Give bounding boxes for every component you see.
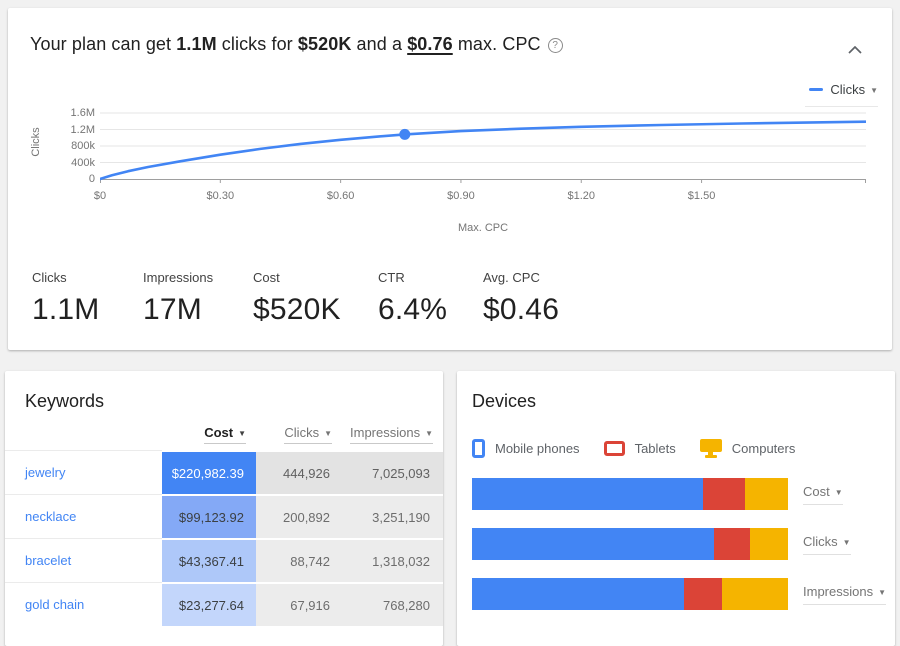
- legend-mobile-phones: Mobile phones: [472, 439, 580, 458]
- cost-cell: $99,123.92: [162, 494, 256, 538]
- impressions-cell: 1,318,032: [342, 538, 443, 582]
- y-tick-label: 800k: [71, 140, 95, 152]
- x-tick-label: $0.60: [327, 190, 355, 202]
- column-header-cost: Cost: [162, 425, 256, 444]
- devices-card-title: Devices: [472, 391, 895, 412]
- bar-segment-mobile-phones: [472, 478, 703, 510]
- forecast-card: Your plan can get 1.1M clicks for $520K …: [8, 8, 892, 350]
- x-tick-label: $0: [94, 190, 106, 202]
- title-text: Your plan can get: [30, 34, 176, 54]
- y-axis-title: Clicks: [30, 122, 42, 162]
- x-tick-label: $1.50: [688, 190, 716, 202]
- keywords-card: Keywords Cost Clicks Impressions jewelry…: [5, 371, 443, 646]
- column-header-clicks: Clicks: [256, 425, 342, 444]
- devices-legend: Mobile phones Tablets Computers: [472, 439, 895, 458]
- clicks-cell: 444,926: [256, 450, 342, 494]
- sort-clicks-button[interactable]: Clicks: [284, 425, 332, 444]
- y-tick-label: 1.2M: [71, 124, 95, 136]
- impressions-cell: 7,025,093: [342, 450, 443, 494]
- stacked-bar-cost: [472, 478, 788, 510]
- sort-impressions-button[interactable]: Impressions: [350, 425, 433, 444]
- devices-bars: Cost Clicks Impressions: [472, 478, 895, 610]
- clicks-cell: 67,916: [256, 582, 342, 626]
- stat-ctr: CTR 6.4%: [378, 270, 483, 327]
- x-axis-title: Max. CPC: [100, 222, 866, 234]
- device-bar-row: Impressions: [472, 578, 895, 610]
- clicks-cell: 88,742: [256, 538, 342, 582]
- stat-impressions: Impressions 17M: [143, 270, 253, 327]
- bottom-cards-row: Keywords Cost Clicks Impressions jewelry…: [5, 371, 895, 646]
- clicks-value: 1.1M: [176, 34, 216, 54]
- stacked-bar-clicks: [472, 528, 788, 560]
- cost-cell: $23,277.64: [162, 582, 256, 626]
- keywords-table-header: Cost Clicks Impressions: [5, 425, 443, 450]
- stat-avg-cpc: Avg. CPC $0.46: [483, 270, 559, 327]
- tablet-icon: [604, 441, 625, 456]
- table-row: jewelry $220,982.39444,9267,025,093: [5, 450, 443, 494]
- keyword-cell: gold chain: [5, 582, 162, 626]
- y-tick-label: 400k: [71, 157, 95, 169]
- sort-cost-button[interactable]: Cost: [204, 425, 246, 444]
- y-tick-label: 1.6M: [71, 107, 95, 119]
- table-row: gold chain $23,277.6467,916768,280: [5, 582, 443, 626]
- keyword-plan-forecast-page: { "page": { "background": "#f1f1f1" }, "…: [0, 0, 900, 615]
- bar-segment-tablets: [684, 578, 722, 610]
- mobile-phone-icon: [472, 439, 485, 458]
- bar-segment-computers: [745, 478, 788, 510]
- impressions-cell: 768,280: [342, 582, 443, 626]
- impressions-cell: 3,251,190: [342, 494, 443, 538]
- clicks-series-swatch-icon: [809, 88, 823, 91]
- bar-segment-mobile-phones: [472, 578, 684, 610]
- table-row: necklace $99,123.92200,8923,251,190: [5, 494, 443, 538]
- device-metric-dropdown-impressions[interactable]: Impressions: [803, 584, 886, 605]
- x-tick-label: $0.30: [207, 190, 235, 202]
- stat-clicks: Clicks 1.1M: [32, 270, 143, 327]
- keyword-cell: necklace: [5, 494, 162, 538]
- device-bar-row: Clicks: [472, 528, 895, 560]
- bar-segment-tablets: [703, 478, 746, 510]
- cost-cell: $220,982.39: [162, 450, 256, 494]
- keyword-cell: bracelet: [5, 538, 162, 582]
- keyword-link[interactable]: necklace: [25, 509, 76, 524]
- chart-metric-label: Clicks: [830, 82, 878, 97]
- keyword-link[interactable]: jewelry: [25, 465, 65, 480]
- keyword-link[interactable]: gold chain: [25, 597, 84, 612]
- x-tick-label: $0.90: [447, 190, 475, 202]
- bar-segment-tablets: [714, 528, 750, 560]
- collapse-chevron-up-icon[interactable]: [844, 38, 866, 60]
- device-metric-dropdown-clicks[interactable]: Clicks: [803, 534, 851, 555]
- x-tick-label: $1.20: [567, 190, 595, 202]
- column-header-impressions: Impressions: [342, 425, 443, 444]
- forecast-stats-row: Clicks 1.1M Impressions 17M Cost $520K C…: [32, 270, 559, 327]
- plan-point-marker: [399, 129, 410, 140]
- stacked-bar-impressions: [472, 578, 788, 610]
- devices-card: Devices Mobile phones Tablets Computers …: [457, 371, 895, 646]
- clicks-cell: 200,892: [256, 494, 342, 538]
- device-bar-row: Cost: [472, 478, 895, 510]
- computer-icon: [700, 439, 722, 458]
- help-icon[interactable]: [548, 38, 563, 53]
- device-metric-dropdown-cost[interactable]: Cost: [803, 484, 843, 505]
- keyword-cell: jewelry: [5, 450, 162, 494]
- y-axis-labels: 0 400k 800k 1.2M 1.6M: [48, 108, 95, 188]
- max-cpc-value[interactable]: $0.76: [407, 34, 453, 54]
- chart-metric-dropdown[interactable]: Clicks: [805, 82, 878, 107]
- table-row: bracelet $43,367.4188,7421,318,032: [5, 538, 443, 582]
- cost-cell: $43,367.41: [162, 538, 256, 582]
- plot-svg-holder: [100, 108, 866, 193]
- keywords-card-title: Keywords: [25, 391, 443, 412]
- legend-computers: Computers: [700, 439, 796, 458]
- legend-tablets: Tablets: [604, 441, 676, 456]
- cost-value: $520K: [298, 34, 352, 54]
- bar-segment-computers: [722, 578, 788, 610]
- forecast-line-svg: [100, 108, 866, 188]
- forecast-summary-title: Your plan can get 1.1M clicks for $520K …: [30, 34, 832, 55]
- stat-cost: Cost $520K: [253, 270, 378, 327]
- keywords-rows: jewelry$220,982.39444,9267,025,093neckla…: [5, 450, 443, 626]
- keyword-link[interactable]: bracelet: [25, 553, 71, 568]
- bar-segment-mobile-phones: [472, 528, 714, 560]
- bar-segment-computers: [750, 528, 788, 560]
- forecast-plot: $0$0.30$0.60$0.90$1.20$1.50 Max. CPC: [100, 108, 866, 233]
- y-tick-label: 0: [89, 173, 95, 185]
